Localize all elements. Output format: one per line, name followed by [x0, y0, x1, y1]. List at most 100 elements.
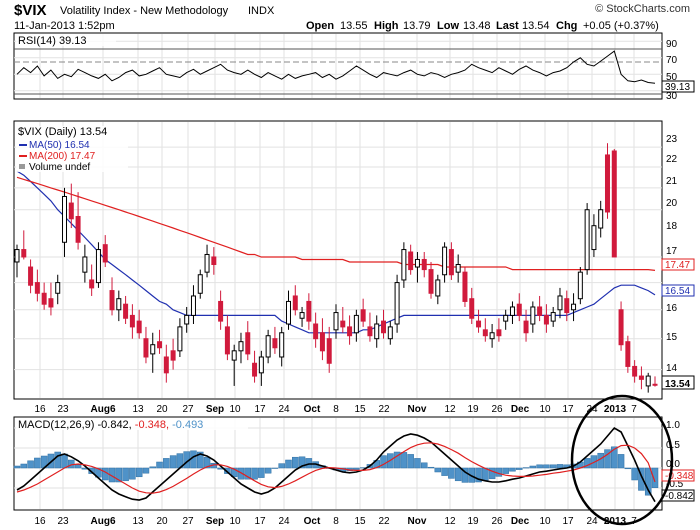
candle-body — [116, 298, 122, 311]
candle-body — [428, 269, 434, 294]
macd-histogram-bar — [617, 454, 625, 469]
candle-body — [571, 303, 577, 311]
macd-histogram-bar — [258, 467, 265, 478]
candle-body — [211, 256, 217, 265]
x-axis-label: 17 — [562, 404, 574, 415]
macd-panel: MACD(12,26,9) -0.842, -0.348, -0.493 1.0… — [13, 394, 695, 526]
rsi-tick: 90 — [666, 39, 678, 50]
macd-histogram-bar — [20, 463, 28, 469]
x-axis-label: Oct — [304, 516, 321, 527]
x-axis-label: 24 — [278, 404, 290, 415]
candle-body — [333, 312, 339, 331]
candle-body — [367, 326, 373, 337]
candle-body — [313, 323, 319, 340]
macd-histogram-bar — [292, 456, 299, 469]
candle-body — [252, 362, 258, 377]
candle-body — [557, 295, 563, 311]
x-axis-label: 20 — [156, 404, 168, 415]
x-axis-label: 24 — [278, 516, 290, 527]
x-axis-label: Aug6 — [91, 404, 116, 415]
x-axis-label: 17 — [562, 516, 574, 527]
candle-body — [75, 216, 81, 243]
x-axis-label: 15 — [354, 404, 366, 415]
macd-histogram-bar — [61, 453, 68, 469]
macd-histogram-bar — [27, 460, 34, 469]
x-axis-label: 7 — [631, 516, 637, 527]
candle-body — [543, 314, 549, 325]
x-axis-label: Nov — [408, 404, 427, 415]
quote-date: 11-Jan-2013 1:52pm — [14, 20, 115, 32]
x-axis-label: 13 — [132, 404, 144, 415]
rsi-panel: RSI(14) 39.13 90 70 50 30 39.13 — [13, 32, 695, 102]
candle-body — [279, 332, 285, 358]
candle-body — [632, 365, 638, 377]
macd-label-macd: -0.842, — [97, 419, 131, 431]
high-value: 13.79 — [403, 20, 431, 32]
legend-ma200: MA(200) 17.47 — [29, 151, 96, 162]
candle-body — [387, 326, 393, 340]
x-axis-label: 8 — [333, 404, 339, 415]
candle-body — [442, 246, 448, 276]
candle-body — [604, 154, 610, 213]
high-label: High — [374, 20, 399, 32]
price-tick: 18 — [666, 221, 678, 232]
candle-body — [102, 244, 108, 263]
candle-body — [489, 332, 495, 340]
quote-summary: Open 13.55 High 13.79 Low 13.48 Last 13.… — [306, 20, 659, 32]
macd-histogram-bar — [488, 467, 496, 480]
stock-chart: $VIX Volatility Index - New Methodology … — [13, 2, 695, 527]
low-label: Low — [437, 20, 459, 32]
candle-body — [455, 263, 461, 273]
x-axis-label: 24 — [586, 516, 598, 527]
candle-body — [516, 303, 522, 316]
candle-body — [584, 209, 590, 271]
candle-body — [224, 326, 230, 355]
candle-body — [611, 150, 617, 258]
candle-body — [123, 303, 129, 319]
macd-histogram-bar — [509, 467, 516, 472]
ma50-badge-text: 16.54 — [665, 286, 690, 297]
candle-body — [476, 320, 482, 328]
macd-histogram-bar — [169, 455, 177, 469]
candle-body — [577, 271, 583, 300]
macd-histogram-bar — [414, 458, 421, 469]
x-axis-label: 10 — [539, 516, 551, 527]
macd-histogram-bar — [149, 466, 156, 469]
macd-histogram-bar — [135, 467, 143, 478]
macd-histogram-bar — [54, 451, 61, 469]
candle-body — [381, 320, 387, 334]
candle-body — [34, 282, 40, 294]
x-axis-label: 19 — [467, 516, 479, 527]
macd-histogram-bar — [420, 462, 428, 469]
candle-body — [414, 258, 420, 268]
last-label: Last — [496, 20, 519, 32]
macd-tick: 0.5 — [666, 440, 680, 451]
macd-histogram-bar — [251, 467, 258, 480]
x-axis-label: 2013 — [604, 404, 627, 415]
macd-histogram-bar — [156, 461, 163, 469]
candle-body — [340, 320, 346, 328]
candle-body — [618, 309, 624, 346]
x-axis-label: Sep — [206, 516, 224, 527]
macd-histogram-bar — [611, 446, 618, 469]
x-axis-label: 10 — [229, 404, 241, 415]
candle-body — [292, 295, 298, 311]
macd-histogram-bar — [522, 467, 530, 469]
candle-body — [394, 282, 400, 325]
macd-histogram-bar — [631, 467, 638, 481]
x-axis-label: 20 — [156, 516, 168, 527]
candle-body — [231, 350, 237, 361]
x-axis-label: 2013 — [604, 516, 627, 527]
macd-histogram-bar — [434, 467, 442, 473]
price-tick: 14 — [666, 363, 678, 374]
candle-body — [509, 306, 515, 316]
x-axis-label: 12 — [444, 516, 456, 527]
macd-histogram-bar — [34, 457, 41, 469]
candle-body — [21, 249, 27, 258]
candle-body — [645, 375, 651, 387]
macd-histogram-bar — [122, 467, 129, 482]
macd-histogram-bar — [400, 452, 408, 469]
macd-histogram-bar — [651, 467, 659, 488]
price-tick: 17 — [666, 246, 678, 257]
last-value: 13.54 — [522, 20, 550, 32]
